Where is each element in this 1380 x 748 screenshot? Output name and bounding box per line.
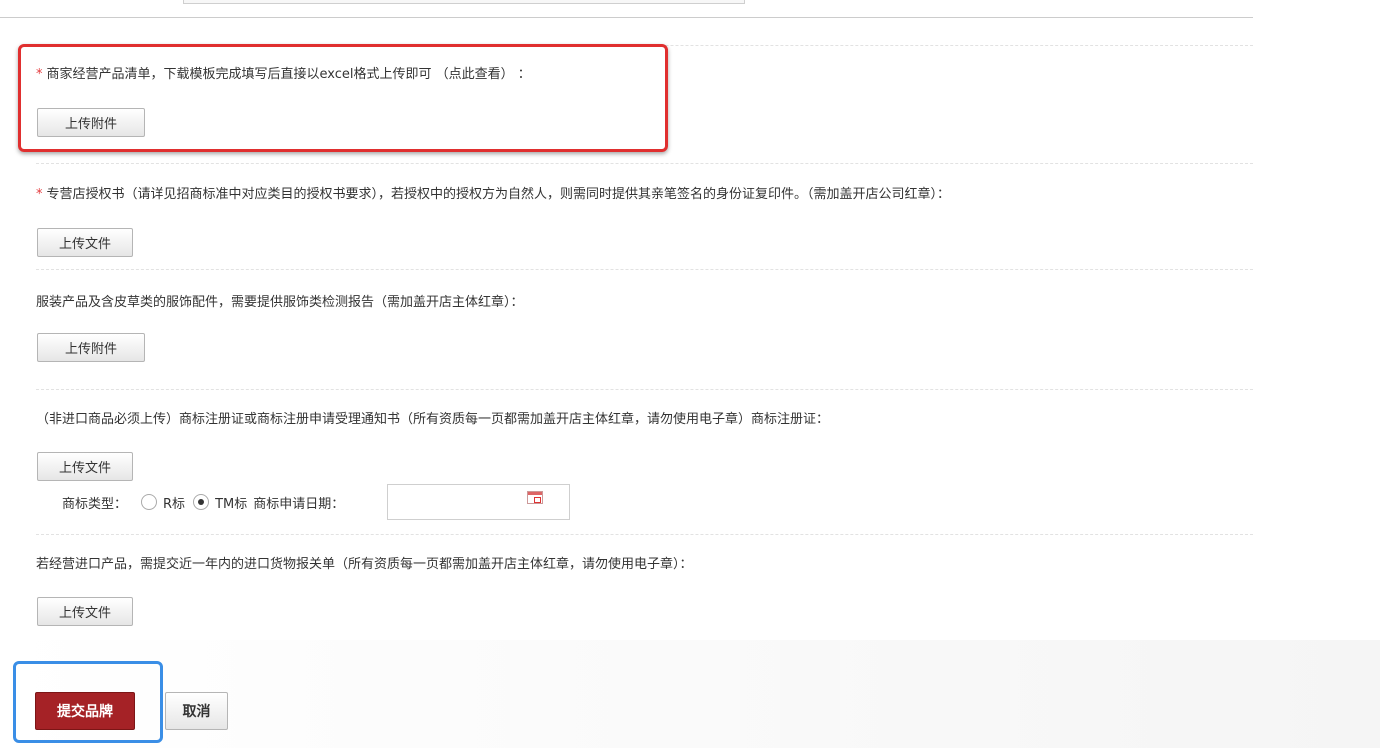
dashed-divider xyxy=(36,534,1253,535)
upload-trademark-button[interactable]: 上传文件 xyxy=(37,452,133,481)
trademark-tm-label: TM标 xyxy=(215,496,248,512)
trademark-certificate-label: （非进口商品必须上传）商标注册证或商标注册申请受理通知书（所有资质每一页都需加盖… xyxy=(36,412,830,427)
customs-declaration-label: 若经营进口产品，需提交近一年内的进口货物报关单（所有资质每一页都需加盖开店主体红… xyxy=(36,557,693,572)
upload-customs-button[interactable]: 上传文件 xyxy=(37,597,133,626)
required-mark: * xyxy=(36,187,43,202)
authorization-letter-label: * 专营店授权书（请详见招商标准中对应类目的授权书要求），若授权中的授权方为自然人… xyxy=(36,187,951,202)
trademark-tm-radio[interactable] xyxy=(193,494,210,510)
trademark-type-row: 商标类型： R标 TM标 商标申请日期： xyxy=(62,486,344,518)
application-date-label: 商标申请日期： xyxy=(253,496,345,512)
dashed-divider xyxy=(36,389,1253,390)
trademark-type-label: 商标类型： xyxy=(62,496,128,512)
trademark-r-radio[interactable] xyxy=(141,494,158,510)
section-divider xyxy=(0,17,1253,18)
cancel-button[interactable]: 取消 xyxy=(165,692,228,730)
application-date-input[interactable] xyxy=(387,484,570,520)
upload-apparel-report-button[interactable]: 上传附件 xyxy=(37,333,145,362)
apparel-report-label: 服装产品及含皮草类的服饰配件，需要提供服饰类检测报告（需加盖开店主体红章）： xyxy=(36,295,524,310)
upload-authorization-button[interactable]: 上传文件 xyxy=(37,228,133,257)
dashed-divider xyxy=(36,163,1253,164)
highlight-red-box xyxy=(18,44,668,152)
previous-field-input[interactable] xyxy=(183,0,745,4)
calendar-icon[interactable] xyxy=(527,491,543,504)
submit-brand-button[interactable]: 提交品牌 xyxy=(35,692,135,730)
trademark-r-label: R标 xyxy=(163,496,186,512)
dashed-divider xyxy=(36,269,1253,270)
